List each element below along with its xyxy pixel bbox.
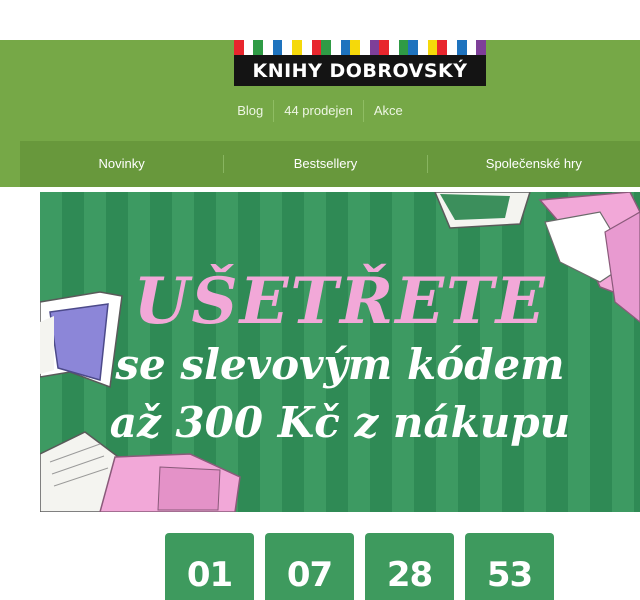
countdown-minutes: 28 xyxy=(365,533,454,600)
logo-stripe xyxy=(340,40,351,55)
logo-stripe xyxy=(321,40,331,55)
toplink-deals[interactable]: Akce xyxy=(364,100,413,122)
top-links: Blog 44 prodejen Akce xyxy=(0,100,640,122)
logo-stripe xyxy=(292,40,302,55)
toplink-stores[interactable]: 44 prodejen xyxy=(274,100,363,122)
logo-stripe xyxy=(272,40,283,55)
nav-item-novinky[interactable]: Novinky xyxy=(20,141,223,187)
site-logo[interactable]: KNIHY DOBROVSKÝ xyxy=(234,40,486,86)
banner-headline: UŠETŘETE xyxy=(133,264,547,339)
logo-stripe xyxy=(369,40,380,55)
logo-stripe xyxy=(476,40,486,55)
logo-box: KNIHY DOBROVSKÝ xyxy=(234,55,486,86)
logo-stripe xyxy=(234,40,244,55)
countdown-days: 01 xyxy=(165,533,254,600)
logo-stripe xyxy=(408,40,419,55)
logo-stripe xyxy=(311,40,322,55)
logo-stripe xyxy=(263,40,273,55)
logo-stripe xyxy=(350,40,360,55)
promo-banner[interactable]: UŠETŘETE se slevovým kódem až 300 Kč z n… xyxy=(40,192,640,512)
logo-stripe xyxy=(466,40,477,55)
logo-stripe xyxy=(418,40,428,55)
logo-text: KNIHY DOBROVSKÝ xyxy=(252,59,468,82)
logo-stripe xyxy=(301,40,312,55)
logo-stripe xyxy=(389,40,399,55)
logo-stripe xyxy=(437,40,448,55)
toplink-blog[interactable]: Blog xyxy=(227,100,273,122)
logo-stripe xyxy=(330,40,341,55)
logo-stripe xyxy=(282,40,293,55)
logo-stripe xyxy=(243,40,254,55)
logo-stripes xyxy=(234,40,486,55)
nav-item-board-games[interactable]: Společenské hry xyxy=(428,141,640,187)
banner-subline-2: až 300 Kč z nákupu xyxy=(109,398,571,447)
nav-item-bestsellery[interactable]: Bestsellery xyxy=(224,141,426,187)
countdown-timer: 01 07 28 53 xyxy=(165,533,554,600)
logo-stripe xyxy=(359,40,370,55)
logo-stripe xyxy=(456,40,467,55)
logo-stripe xyxy=(253,40,264,55)
main-nav: Novinky Bestsellery Společenské hry xyxy=(20,141,640,187)
logo-stripe xyxy=(398,40,409,55)
logo-stripe xyxy=(379,40,389,55)
countdown-seconds: 53 xyxy=(465,533,554,600)
banner-subline-1: se slevovým kódem xyxy=(115,340,565,389)
logo-stripe xyxy=(427,40,438,55)
logo-stripe xyxy=(447,40,457,55)
countdown-hours: 07 xyxy=(265,533,354,600)
